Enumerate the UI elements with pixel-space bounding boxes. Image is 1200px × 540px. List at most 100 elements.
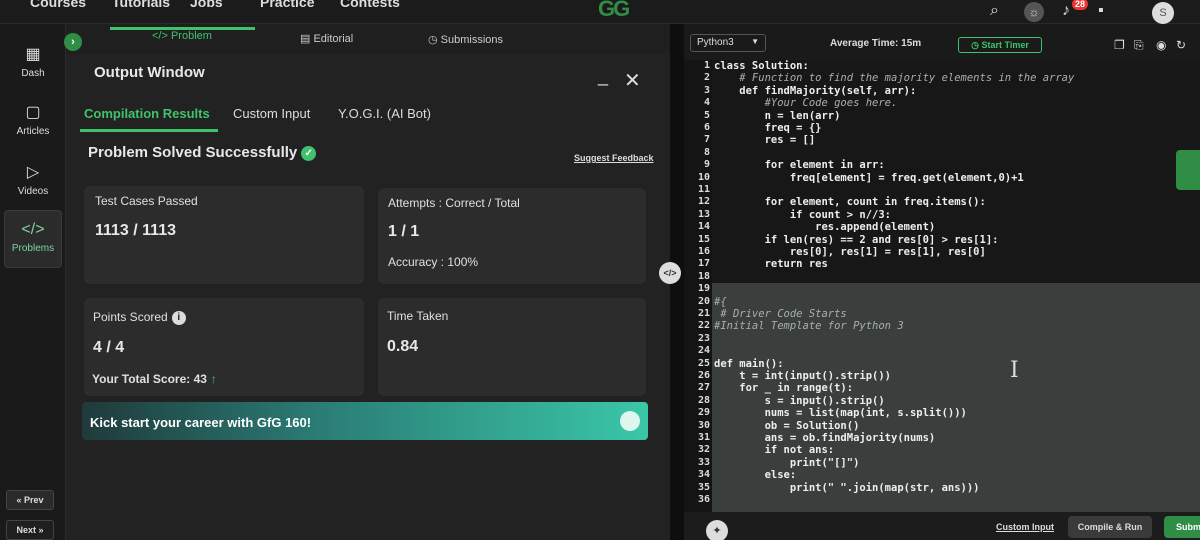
code-line[interactable]: res = [] <box>714 134 816 146</box>
code-line[interactable]: freq[element] = freq.get(element,0)+1 <box>714 172 1024 184</box>
clock-icon: ◷ <box>428 34 441 46</box>
compile-run-button[interactable]: Compile & Run <box>1068 516 1152 538</box>
line-number: 15 <box>697 233 710 245</box>
tab-yogi-ai-bot[interactable]: Y.O.G.I. (AI Bot) <box>338 106 431 121</box>
test-cases-label: Test Cases Passed <box>95 194 198 208</box>
code-line[interactable]: for element, count in freq.items(): <box>714 196 986 208</box>
code-line[interactable]: ob = Solution() <box>714 420 860 432</box>
nav-jobs[interactable]: Jobs <box>190 0 223 10</box>
check-circle-icon: ✓ <box>301 146 317 161</box>
sidebar-item-videos[interactable]: ▷ Videos <box>4 162 62 197</box>
code-line[interactable]: t = int(input().strip()) <box>714 370 891 382</box>
line-number: 6 <box>703 122 710 133</box>
sidebar-item-problems[interactable]: </> Problems <box>4 210 62 268</box>
reset-icon[interactable]: ↻ <box>1176 38 1186 52</box>
code-line[interactable]: return res <box>714 258 828 270</box>
code-line[interactable]: res[0], res[1] = res[1], res[0] <box>714 246 986 258</box>
code-line[interactable]: for element in arr: <box>714 159 885 171</box>
resize-handle-icon[interactable]: </> <box>659 262 681 284</box>
tab-submissions[interactable]: ◷ Submissions <box>428 33 503 46</box>
code-line[interactable]: print(" ".join(map(str, ans))) <box>714 482 980 494</box>
code-line[interactable]: else: <box>714 469 797 481</box>
tab-editorial[interactable]: ▤ Editorial <box>300 32 353 45</box>
code-line[interactable]: res.append(element) <box>714 221 935 233</box>
line-number: 31 <box>697 432 710 443</box>
code-line[interactable]: if len(res) == 2 and res[0] > res[1]: <box>714 234 999 246</box>
banner-text: Kick start your career with GfG 160! <box>90 415 312 430</box>
code-line[interactable]: if not ans: <box>714 444 835 456</box>
theme-icon[interactable]: ☼ <box>1024 2 1044 22</box>
total-score: Your Total Score: 43 ↑ <box>92 372 217 386</box>
code-line[interactable]: freq = {} <box>714 122 822 134</box>
tab-problem[interactable]: </> Problem <box>152 30 212 42</box>
line-number: 30 <box>697 419 710 431</box>
total-score-text: Your Total Score: 43 <box>92 372 207 386</box>
code-line[interactable]: #Your Code goes here. <box>714 97 898 109</box>
code-line[interactable]: s = input().strip() <box>714 395 885 407</box>
nav-practice[interactable]: Practice <box>260 0 314 10</box>
tab-compilation-results[interactable]: Compilation Results <box>84 106 210 121</box>
prev-button[interactable]: « Prev <box>6 490 54 510</box>
code-line[interactable]: ans = ob.findMajority(nums) <box>714 432 936 444</box>
banner-arrow-icon[interactable] <box>620 411 640 431</box>
active-result-tab-indicator <box>80 129 218 132</box>
nav-courses[interactable]: Courses <box>30 0 86 10</box>
code-line[interactable]: nums = list(map(int, s.split())) <box>714 407 967 419</box>
start-timer-button[interactable]: ◷ Start Timer <box>958 37 1042 53</box>
avatar[interactable]: S <box>1152 2 1174 24</box>
line-number: 10 <box>697 171 710 183</box>
bookmark-icon[interactable]: ▪ <box>1098 2 1104 20</box>
lightbulb-icon[interactable]: ✦ <box>706 520 728 540</box>
nav-contests[interactable]: Contests <box>340 0 400 10</box>
code-line[interactable]: for _ in range(t): <box>714 382 853 394</box>
line-number: 9 <box>703 159 710 171</box>
line-number: 23 <box>697 332 710 344</box>
line-number: 24 <box>697 345 710 357</box>
average-time: Average Time: 15m <box>830 38 922 49</box>
settings-icon[interactable]: ◉ <box>1156 38 1166 52</box>
language-value: Python3 <box>697 37 734 48</box>
floating-chat-button[interactable] <box>1176 150 1200 190</box>
play-icon: ▷ <box>26 164 40 181</box>
export-icon[interactable]: ⎘ <box>1134 38 1144 53</box>
suggest-feedback-link[interactable]: Suggest Feedback <box>574 153 654 163</box>
close-icon[interactable]: ✕ <box>624 68 641 93</box>
active-tab-indicator <box>110 27 255 30</box>
search-icon[interactable]: ⌕ <box>990 2 999 20</box>
line-number: 14 <box>697 221 710 233</box>
line-number: 25 <box>697 357 710 369</box>
points-value: 4 / 4 <box>93 339 125 356</box>
code-line[interactable]: class Solution: <box>714 60 809 72</box>
custom-input-link[interactable]: Custom Input <box>996 522 1054 532</box>
sidebar-item-dash[interactable]: ▦ Dash <box>4 44 62 79</box>
code-line[interactable]: # Function to find the majority elements… <box>714 72 1074 84</box>
expand-chevron-icon[interactable]: › <box>64 33 82 51</box>
code-editor[interactable]: 1 class Solution: 2 # Function to find the… <box>684 60 1200 512</box>
accuracy-text: Accuracy : 100% <box>388 255 479 269</box>
code-line[interactable]: # Driver Code Starts <box>714 308 846 320</box>
nav-tutorials[interactable]: Tutorials <box>112 0 170 10</box>
tab-label: Submissions <box>440 34 504 46</box>
line-number: 11 <box>697 184 710 195</box>
bell-icon[interactable]: ♪ <box>1062 2 1070 20</box>
minimize-icon[interactable]: _ <box>598 66 608 87</box>
info-icon[interactable]: i <box>171 311 186 325</box>
code-line[interactable]: #Initial Template for Python 3 <box>714 320 904 332</box>
language-select[interactable]: Python3 ▼ <box>690 34 766 52</box>
tab-custom-input[interactable]: Custom Input <box>233 106 310 121</box>
sidebar-item-label: Problems <box>11 243 55 254</box>
code-line[interactable]: print("[]") <box>714 457 860 469</box>
copy-icon[interactable]: ❐ <box>1114 38 1125 52</box>
next-button[interactable]: Next » <box>6 520 54 540</box>
code-line[interactable]: #{ <box>714 296 727 308</box>
gfg160-banner[interactable]: Kick start your career with GfG 160! <box>82 402 648 440</box>
line-number: 7 <box>703 134 710 146</box>
attempts-label: Attempts : Correct / Total <box>388 196 520 210</box>
code-line[interactable]: n = len(arr) <box>714 110 841 122</box>
code-line[interactable]: if count > n//3: <box>714 209 891 221</box>
sidebar-item-articles[interactable]: ▢ Articles <box>4 102 62 137</box>
code-line[interactable]: def findMajority(self, arr): <box>714 85 916 97</box>
code-line[interactable]: def main(): <box>714 358 784 370</box>
submit-button[interactable]: Submit <box>1164 516 1200 538</box>
gfg-logo[interactable]: GG <box>598 0 630 22</box>
